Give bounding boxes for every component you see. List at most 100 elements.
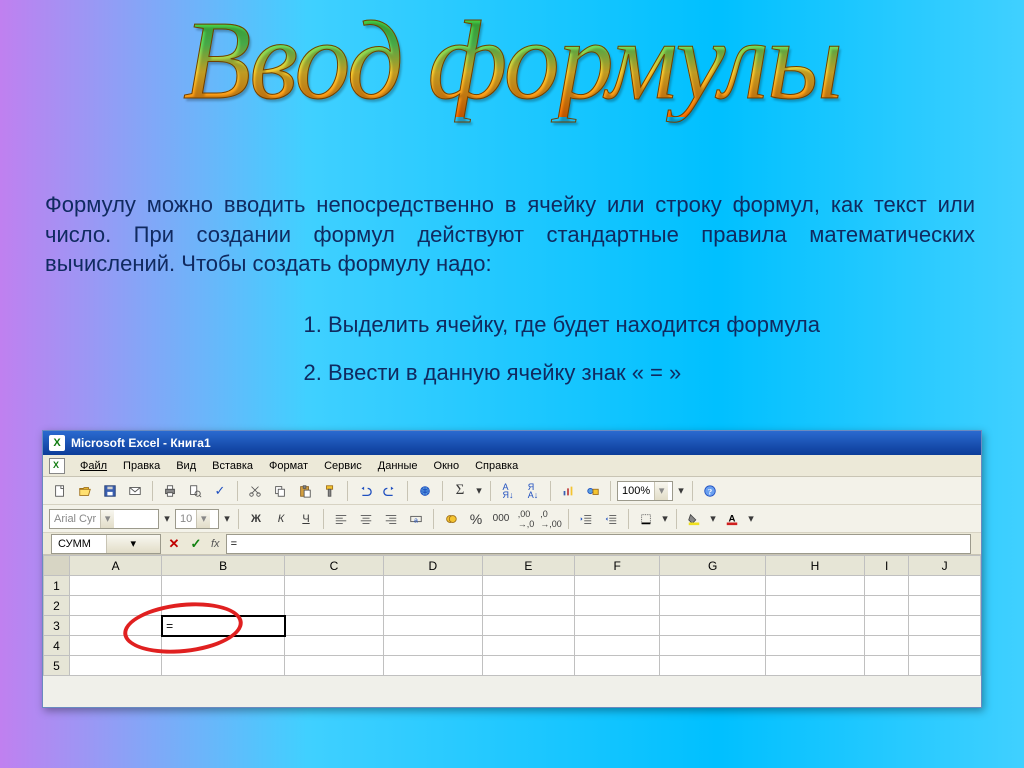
cell[interactable]: [162, 656, 285, 676]
formula-bar[interactable]: =: [226, 534, 971, 554]
cell[interactable]: [660, 636, 766, 656]
cell[interactable]: [660, 576, 766, 596]
cell[interactable]: [482, 656, 574, 676]
dropdown-arrow-icon[interactable]: ▾: [660, 508, 670, 530]
menu-edit[interactable]: Правка: [116, 458, 167, 474]
row-header[interactable]: 5: [44, 656, 70, 676]
help-icon[interactable]: ?: [699, 480, 721, 502]
col-header[interactable]: J: [909, 556, 981, 576]
print-icon[interactable]: [159, 480, 181, 502]
cell[interactable]: [574, 616, 659, 636]
dropdown-arrow-icon[interactable]: ▾: [676, 480, 686, 502]
cell-active[interactable]: =: [162, 616, 285, 636]
cell[interactable]: [909, 616, 981, 636]
cell[interactable]: [285, 576, 384, 596]
cell[interactable]: [660, 656, 766, 676]
name-box[interactable]: СУММ ▾: [51, 534, 161, 554]
row-header[interactable]: 4: [44, 636, 70, 656]
sort-desc-icon[interactable]: ЯА↓: [522, 480, 544, 502]
cell[interactable]: [766, 616, 865, 636]
cell[interactable]: [285, 636, 384, 656]
cell[interactable]: [285, 656, 384, 676]
menu-view[interactable]: Вид: [169, 458, 203, 474]
col-header[interactable]: D: [383, 556, 482, 576]
worksheet-grid[interactable]: A B C D E F G H I J 1 2 3= 4 5: [43, 555, 981, 676]
cut-icon[interactable]: [244, 480, 266, 502]
cell[interactable]: [909, 656, 981, 676]
hyperlink-icon[interactable]: [414, 480, 436, 502]
menu-data[interactable]: Данные: [371, 458, 425, 474]
mail-icon[interactable]: [124, 480, 146, 502]
font-color-icon[interactable]: A: [721, 508, 743, 530]
cell[interactable]: [864, 596, 908, 616]
cell[interactable]: [909, 636, 981, 656]
col-header[interactable]: B: [162, 556, 285, 576]
cell[interactable]: [162, 576, 285, 596]
cell[interactable]: [660, 596, 766, 616]
dropdown-arrow-icon[interactable]: ▾: [746, 508, 756, 530]
cell[interactable]: [383, 616, 482, 636]
cell[interactable]: [574, 596, 659, 616]
col-header[interactable]: I: [864, 556, 908, 576]
fill-color-icon[interactable]: [683, 508, 705, 530]
menu-file[interactable]: Файл: [73, 458, 114, 474]
font-size-combo[interactable]: 10 ▾: [175, 509, 219, 529]
align-left-icon[interactable]: [330, 508, 352, 530]
row-header[interactable]: 2: [44, 596, 70, 616]
currency-icon[interactable]: [440, 508, 462, 530]
redo-icon[interactable]: [379, 480, 401, 502]
cell[interactable]: [482, 596, 574, 616]
dropdown-arrow-icon[interactable]: ▾: [162, 508, 172, 530]
cell[interactable]: [285, 616, 384, 636]
align-center-icon[interactable]: [355, 508, 377, 530]
align-right-icon[interactable]: [380, 508, 402, 530]
cell[interactable]: [574, 636, 659, 656]
cell[interactable]: [766, 656, 865, 676]
paste-icon[interactable]: [294, 480, 316, 502]
bold-icon[interactable]: Ж: [245, 508, 267, 530]
dropdown-arrow-icon[interactable]: ▾: [708, 508, 718, 530]
autosum-icon[interactable]: Σ: [449, 480, 471, 502]
col-header[interactable]: C: [285, 556, 384, 576]
increase-decimal-icon[interactable]: ,00→,0: [515, 508, 537, 530]
comma-style-icon[interactable]: 000: [490, 508, 512, 530]
menu-format[interactable]: Формат: [262, 458, 315, 474]
menu-insert[interactable]: Вставка: [205, 458, 260, 474]
col-header[interactable]: A: [70, 556, 162, 576]
copy-icon[interactable]: [269, 480, 291, 502]
dropdown-arrow-icon[interactable]: ▾: [222, 508, 232, 530]
cell[interactable]: [285, 596, 384, 616]
italic-icon[interactable]: К: [270, 508, 292, 530]
cell[interactable]: [70, 576, 162, 596]
enter-icon[interactable]: ✓: [187, 535, 205, 553]
row-header[interactable]: 3: [44, 616, 70, 636]
percent-icon[interactable]: %: [465, 508, 487, 530]
cancel-icon[interactable]: ✕: [165, 535, 183, 553]
cell[interactable]: [70, 636, 162, 656]
new-file-icon[interactable]: [49, 480, 71, 502]
col-header[interactable]: H: [766, 556, 865, 576]
cell[interactable]: [482, 616, 574, 636]
decrease-decimal-icon[interactable]: ,0→,00: [540, 508, 562, 530]
font-name-combo[interactable]: Arial Cyr ▾: [49, 509, 159, 529]
merge-center-icon[interactable]: a: [405, 508, 427, 530]
cell[interactable]: [70, 616, 162, 636]
increase-indent-icon[interactable]: [600, 508, 622, 530]
cell[interactable]: [864, 636, 908, 656]
cell[interactable]: [482, 576, 574, 596]
cell[interactable]: [482, 636, 574, 656]
spellcheck-icon[interactable]: ✓: [209, 480, 231, 502]
menu-help[interactable]: Справка: [468, 458, 525, 474]
cell[interactable]: [864, 656, 908, 676]
menu-tools[interactable]: Сервис: [317, 458, 369, 474]
cell[interactable]: [383, 596, 482, 616]
cell[interactable]: [162, 596, 285, 616]
cell[interactable]: [383, 576, 482, 596]
cell[interactable]: [574, 656, 659, 676]
col-header[interactable]: E: [482, 556, 574, 576]
cell[interactable]: [70, 656, 162, 676]
save-icon[interactable]: [99, 480, 121, 502]
cell[interactable]: [766, 596, 865, 616]
underline-icon[interactable]: Ч: [295, 508, 317, 530]
sort-asc-icon[interactable]: АЯ↓: [497, 480, 519, 502]
